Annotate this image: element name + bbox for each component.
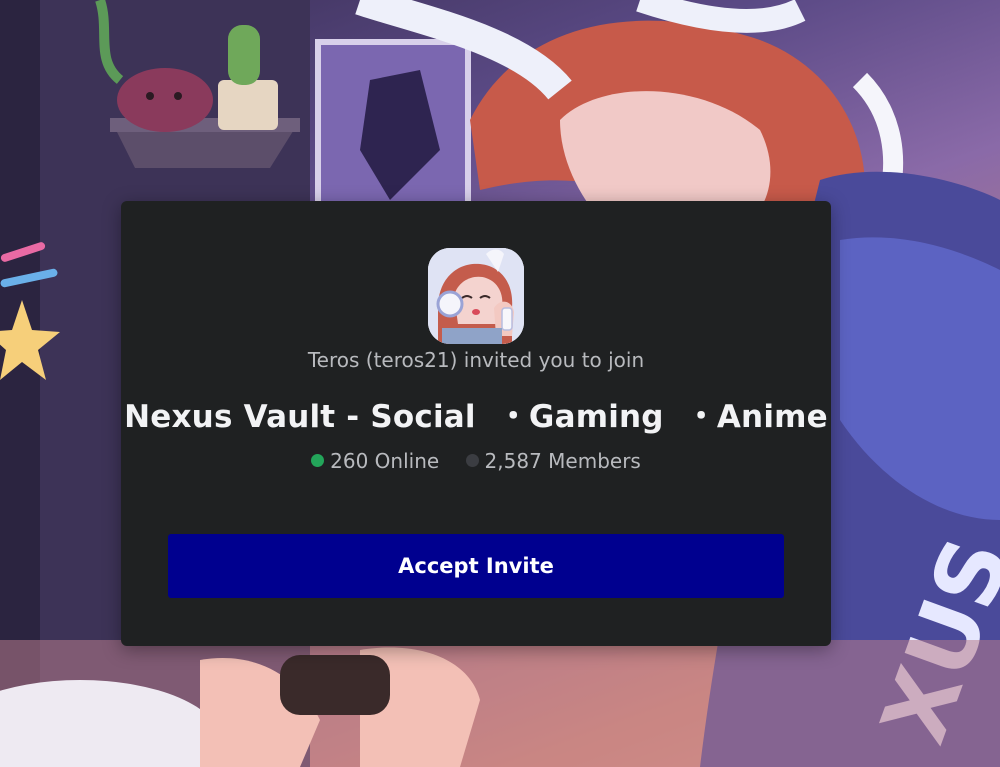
invite-card: Teros (teros21) invited you to join Nexu… <box>121 201 831 646</box>
members-stat: 2,587 Members <box>465 448 641 473</box>
online-count: 260 Online <box>330 448 440 473</box>
online-stat: 260 Online <box>311 449 439 473</box>
inviter-text: Teros (teros21) invited you to join <box>307 348 645 372</box>
accept-invite-button[interactable]: Accept Invite <box>168 534 784 598</box>
members-dot-icon <box>465 454 479 467</box>
server-stats: 260 Online 2,587 Members <box>121 448 831 473</box>
server-avatar-icon <box>428 248 524 344</box>
server-name: Nexus Vault - Social ・Gaming ・Anime <box>124 399 828 435</box>
online-dot-icon <box>311 454 325 467</box>
member-count: 2,587 Members <box>484 448 641 473</box>
